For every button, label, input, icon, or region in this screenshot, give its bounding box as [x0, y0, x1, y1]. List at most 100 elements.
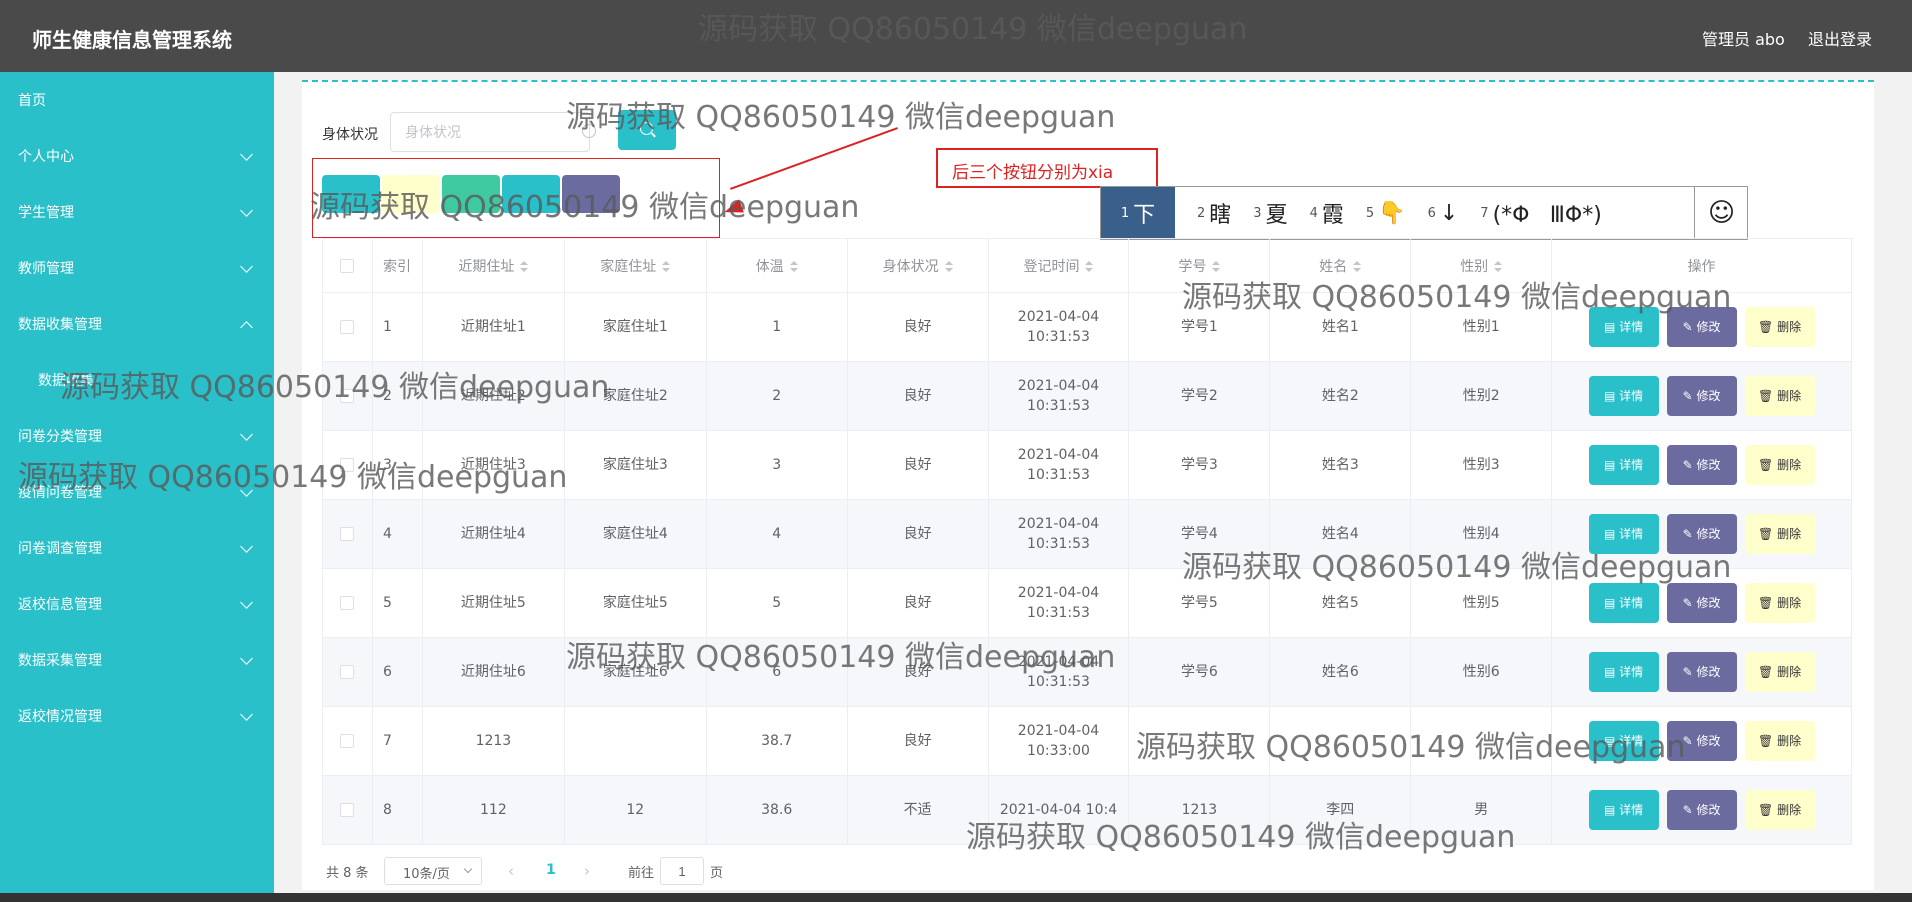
edit-button[interactable]: ✎ 修改 — [1666, 652, 1737, 692]
chevron-down-icon — [240, 260, 253, 273]
edit-button[interactable]: ✎ 修改 — [1666, 376, 1737, 416]
delete-button[interactable]: 🗑 删除 — [1744, 376, 1815, 416]
sidebar-item-personal-center[interactable]: 个人中心 — [0, 128, 274, 184]
cell-health-status: 良好 — [846, 706, 989, 776]
row-checkbox[interactable] — [340, 458, 355, 472]
delete-button[interactable]: 🗑 删除 — [1744, 652, 1815, 692]
cell-home-address: 家庭住址3 — [563, 430, 707, 500]
pagination-total: 共 8 条 — [326, 866, 369, 881]
ime-candidate-5[interactable]: 5 👇 — [1366, 201, 1406, 226]
sort-icon[interactable] — [944, 260, 953, 273]
row-checkbox[interactable] — [340, 320, 355, 334]
detail-button[interactable]: ▤ 详情 — [1588, 376, 1659, 416]
table-row: 6 近期住址6 家庭住址6 6 良好 2021-04-04 10:31:53 学号6 姓名6 性… — [322, 637, 1852, 707]
annotation-textbox[interactable]: 后三个按钮分别为xia — [936, 148, 1158, 188]
header-health-status[interactable]: 身体状况 — [846, 238, 989, 293]
header-name[interactable]: 姓名 — [1269, 238, 1412, 293]
sort-icon[interactable] — [789, 260, 798, 273]
ime-emoji-button[interactable]: ☺ — [1694, 187, 1748, 239]
detail-button[interactable]: ▤ 详情 — [1588, 652, 1659, 692]
logout-link[interactable]: 退出登录 — [1808, 26, 1872, 50]
select-all-checkbox[interactable] — [340, 258, 355, 273]
cell-student-id: 1213 — [1128, 775, 1271, 845]
sidebar-item-label: 问卷调查管理 — [18, 541, 102, 557]
sidebar-item-epidemic-questionnaire[interactable]: 疫情问卷管理 — [0, 464, 274, 520]
delete-button[interactable]: 🗑 删除 — [1744, 790, 1815, 830]
sidebar-item-data-collection-management[interactable]: 数据收集管理 — [0, 296, 274, 352]
sidebar-item-home[interactable]: 首页 — [0, 72, 274, 128]
row-checkbox[interactable] — [340, 527, 355, 541]
ime-candidate-6[interactable]: 6 ↓ — [1428, 201, 1459, 226]
delete-button[interactable]: 🗑 删除 — [1744, 514, 1815, 554]
goto-page-input[interactable] — [660, 857, 704, 885]
edit-button[interactable]: ✎ 修改 — [1666, 514, 1737, 554]
sidebar-item-teacher-management[interactable]: 教师管理 — [0, 240, 274, 296]
sidebar-item-data-gathering[interactable]: 数据采集管理 — [0, 632, 274, 688]
cell-register-time: 2021-04-04 10:31:53 — [987, 292, 1130, 362]
cell-gender: 性别3 — [1410, 430, 1553, 500]
row-checkbox[interactable] — [340, 665, 355, 679]
sort-icon[interactable] — [662, 260, 671, 273]
cell-home-address: 12 — [563, 775, 707, 845]
edit-button[interactable]: ✎ 修改 — [1666, 307, 1737, 347]
sort-icon[interactable] — [1353, 260, 1362, 273]
header-gender[interactable]: 性别 — [1410, 238, 1553, 293]
detail-button[interactable]: ▤ 详情 — [1588, 790, 1659, 830]
delete-button[interactable]: 🗑 删除 — [1744, 721, 1815, 761]
detail-button[interactable]: ▤ 详情 — [1588, 445, 1659, 485]
ime-candidate-3[interactable]: 3夏 — [1253, 197, 1287, 229]
user-label: 管理员 abo — [1702, 30, 1785, 49]
sidebar-item-label: 疫情问卷管理 — [18, 485, 102, 501]
sort-icon[interactable] — [1085, 260, 1094, 273]
search-input[interactable] — [390, 112, 590, 152]
ime-candidate-4[interactable]: 4霞 — [1310, 197, 1344, 229]
edit-button[interactable]: ✎ 修改 — [1666, 721, 1737, 761]
sidebar-item-return-status[interactable]: 返校情况管理 — [0, 688, 274, 744]
next-page-button[interactable]: › — [584, 862, 590, 880]
header-register-time[interactable]: 登记时间 — [987, 238, 1130, 293]
sort-icon[interactable] — [1212, 260, 1221, 273]
cell-name: 姓名3 — [1269, 430, 1412, 500]
sort-icon[interactable] — [1494, 260, 1503, 273]
sort-icon[interactable] — [520, 260, 529, 273]
cell-recent-address: 近期住址3 — [421, 430, 565, 500]
detail-button[interactable]: ▤ 详情 — [1588, 514, 1659, 554]
cell-student-id: 学号6 — [1128, 637, 1271, 707]
sidebar-item-return-info[interactable]: 返校信息管理 — [0, 576, 274, 632]
sidebar-subitem-data-collection[interactable]: 数据收集 — [0, 352, 274, 408]
page-size-select[interactable]: 10条/页 — [384, 857, 482, 885]
search-button[interactable] — [618, 110, 676, 150]
sidebar-item-questionnaire-category[interactable]: 问卷分类管理 — [0, 408, 274, 464]
sidebar-item-student-management[interactable]: 学生管理 — [0, 184, 274, 240]
sidebar-item-questionnaire-survey[interactable]: 问卷调查管理 — [0, 520, 274, 576]
row-checkbox[interactable] — [340, 596, 355, 610]
page-number-current[interactable]: 1 — [546, 862, 556, 878]
cell-temperature: 6 — [705, 637, 848, 707]
header-temperature[interactable]: 体温 — [705, 238, 848, 293]
row-checkbox[interactable] — [340, 734, 355, 748]
header-recent-address[interactable]: 近期住址 — [421, 238, 565, 293]
cell-home-address — [563, 706, 707, 776]
detail-button[interactable]: ▤ 详情 — [1588, 583, 1659, 623]
delete-button[interactable]: 🗑 删除 — [1744, 583, 1815, 623]
header-home-address[interactable]: 家庭住址 — [563, 238, 707, 293]
row-checkbox[interactable] — [340, 803, 355, 817]
ime-candidate-7[interactable]: 7 (*ΦㅤⅢΦ*) — [1480, 197, 1602, 229]
sidebar-item-label: 学生管理 — [18, 205, 74, 221]
detail-button[interactable]: ▤ 详情 — [1588, 721, 1659, 761]
row-actions-cell: ▤ 详情 ✎ 修改 🗑 删除 — [1551, 706, 1852, 776]
ime-candidate-2[interactable]: 2瞎 — [1197, 197, 1231, 229]
delete-button[interactable]: 🗑 删除 — [1744, 445, 1815, 485]
app-title: 师生健康信息管理系统 — [32, 28, 232, 52]
edit-button[interactable]: ✎ 修改 — [1666, 583, 1737, 623]
edit-button[interactable]: ✎ 修改 — [1666, 445, 1737, 485]
delete-button[interactable]: 🗑 删除 — [1744, 307, 1815, 347]
prev-page-button[interactable]: ‹ — [508, 862, 514, 880]
edit-button[interactable]: ✎ 修改 — [1666, 790, 1737, 830]
ime-candidate-1[interactable]: 1下 — [1101, 187, 1175, 239]
row-checkbox[interactable] — [340, 389, 355, 403]
header-student-id[interactable]: 学号 — [1128, 238, 1271, 293]
detail-button[interactable]: ▤ 详情 — [1588, 307, 1659, 347]
table-header-row: 索引 近期住址 家庭住址 体温 身体状况 登记时间 学号 姓名 性别 操作 — [322, 238, 1852, 293]
chevron-down-icon — [240, 148, 253, 161]
